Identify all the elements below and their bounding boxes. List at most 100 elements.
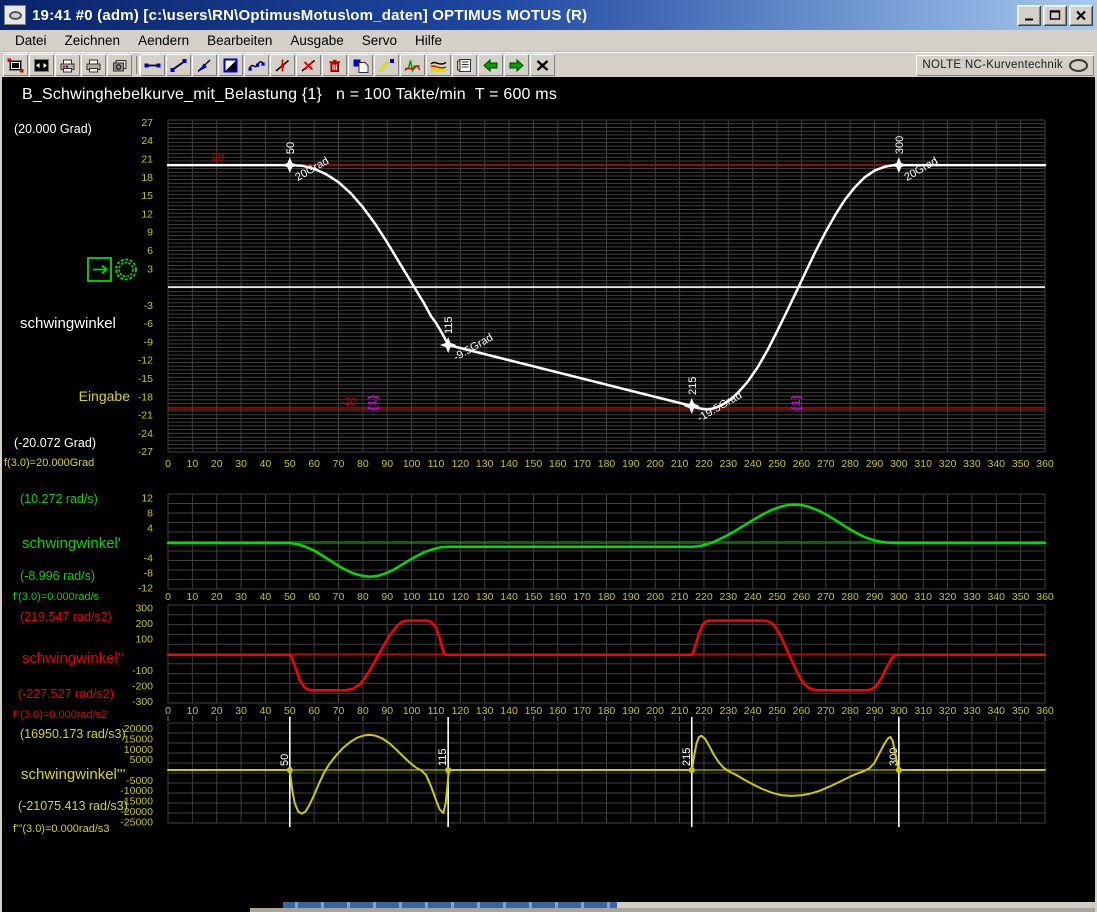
svg-text:130: 130 (476, 591, 494, 603)
svg-text:0: 0 (165, 591, 171, 603)
svg-text:360: 360 (1036, 591, 1054, 603)
line-rising-button[interactable] (166, 54, 191, 76)
maximize-button[interactable] (1043, 5, 1067, 26)
svg-text:100: 100 (403, 705, 421, 717)
invert-area-button[interactable] (218, 54, 243, 76)
svg-text:40: 40 (260, 458, 272, 470)
close-button[interactable] (1069, 5, 1093, 26)
show-all-diagrams-button[interactable] (426, 54, 451, 76)
zoom-fit-button[interactable] (29, 54, 54, 76)
delete-point-icon (300, 58, 317, 73)
menu-item-zeichnen[interactable]: Zeichnen (56, 31, 130, 50)
brand-label: NOLTE NC-Kurventechnik (922, 59, 1063, 71)
svg-text:290: 290 (866, 591, 884, 603)
svg-text:80: 80 (357, 705, 369, 717)
svg-text:270: 270 (817, 591, 835, 603)
spline-points-button[interactable] (244, 54, 269, 76)
plot-output-icon (111, 58, 128, 73)
svg-text:190: 190 (622, 591, 640, 603)
line-horizontal-button[interactable] (140, 54, 165, 76)
svg-text:-6: -6 (144, 318, 153, 330)
print-color-button[interactable] (55, 54, 80, 76)
brand-logo-icon (1069, 59, 1088, 72)
tangent-tool-button[interactable] (192, 54, 217, 76)
svg-text:-8: -8 (144, 567, 153, 579)
maximize-icon (1048, 9, 1062, 22)
svg-text:-21: -21 (138, 410, 153, 422)
svg-text:140: 140 (500, 705, 518, 717)
background-window-border (250, 908, 1097, 912)
svg-text:140: 140 (500, 458, 518, 470)
svg-text:270: 270 (817, 705, 835, 717)
delete-segment-icon (326, 58, 343, 73)
invert-area-icon (222, 58, 239, 73)
menu-item-datei[interactable]: Datei (6, 31, 56, 50)
svg-text:120: 120 (452, 705, 470, 717)
svg-text:200: 200 (646, 591, 664, 603)
menu-item-ausgabe[interactable]: Ausgabe (281, 31, 352, 50)
show-report-icon (456, 58, 473, 73)
svg-text:320: 320 (939, 591, 957, 603)
close-diagram-button[interactable] (530, 54, 555, 76)
menu-item-servo[interactable]: Servo (353, 31, 406, 50)
svg-text:6: 6 (147, 245, 153, 257)
minimize-button[interactable] (1017, 5, 1041, 26)
show-diagram-icon (404, 58, 421, 73)
show-diagram-button[interactable] (400, 54, 425, 76)
svg-text:110: 110 (428, 705, 445, 717)
edit-curve-button[interactable] (374, 54, 399, 76)
svg-text:50: 50 (284, 705, 296, 717)
toolbar: NOLTE NC-Kurventechnik (0, 52, 1097, 77)
svg-text:230: 230 (720, 705, 738, 717)
svg-text:320: 320 (939, 458, 957, 470)
svg-text:21: 21 (141, 154, 153, 166)
tangent-tool-icon (196, 58, 213, 73)
svg-text:350: 350 (1012, 705, 1030, 717)
svg-text:290: 290 (866, 458, 884, 470)
svg-text:60: 60 (308, 591, 320, 603)
svg-text:310: 310 (914, 458, 932, 470)
svg-text:160: 160 (549, 458, 567, 470)
svg-text:320: 320 (939, 705, 957, 717)
insert-point-icon (274, 58, 291, 73)
delete-point-button[interactable] (296, 54, 321, 76)
svg-text:290: 290 (866, 705, 884, 717)
print-button[interactable] (81, 54, 106, 76)
svg-text:-15: -15 (138, 373, 153, 385)
svg-text:100: 100 (403, 458, 421, 470)
svg-text:250: 250 (768, 458, 786, 470)
svg-text:240: 240 (744, 705, 762, 717)
svg-text:-25000: -25000 (120, 816, 153, 828)
insert-point-button[interactable] (270, 54, 295, 76)
svg-text:100: 100 (403, 591, 421, 603)
svg-text:15: 15 (141, 190, 153, 202)
menu-item-aendern[interactable]: Aendern (129, 31, 198, 50)
svg-text:110: 110 (428, 591, 445, 603)
svg-text:260: 260 (793, 591, 811, 603)
svg-text:310: 310 (914, 705, 932, 717)
menu-item-hilfe[interactable]: Hilfe (406, 31, 451, 50)
svg-text:10: 10 (187, 705, 199, 717)
svg-text:110: 110 (428, 458, 445, 470)
app-window: 19:41 #0 (adm) [c:\users\RN\OptimusMotus… (0, 0, 1097, 912)
nav-back-button[interactable] (478, 54, 503, 76)
view-window-button[interactable] (3, 54, 28, 76)
svg-text:-12: -12 (138, 355, 153, 367)
plots-svg[interactable]: 20-205020Grad115-9.5Grad215-19.5Grad3002… (0, 77, 1097, 912)
show-report-button[interactable] (452, 54, 477, 76)
delete-segment-button[interactable] (322, 54, 347, 76)
svg-text:100: 100 (135, 634, 153, 646)
nav-forward-button[interactable] (504, 54, 529, 76)
svg-text:4: 4 (147, 523, 153, 535)
svg-text:60: 60 (308, 458, 320, 470)
line-rising-icon (170, 58, 187, 73)
minimize-icon (1022, 9, 1036, 22)
plot-output-button[interactable] (107, 54, 132, 76)
svg-text:220: 220 (695, 591, 713, 603)
svg-text:90: 90 (381, 591, 393, 603)
svg-text:40: 40 (260, 705, 272, 717)
svg-text:260: 260 (793, 458, 811, 470)
menu-item-bearbeiten[interactable]: Bearbeiten (198, 31, 281, 50)
titlebar[interactable]: 19:41 #0 (adm) [c:\users\RN\OptimusMotus… (0, 0, 1097, 30)
copy-segment-button[interactable] (348, 54, 373, 76)
